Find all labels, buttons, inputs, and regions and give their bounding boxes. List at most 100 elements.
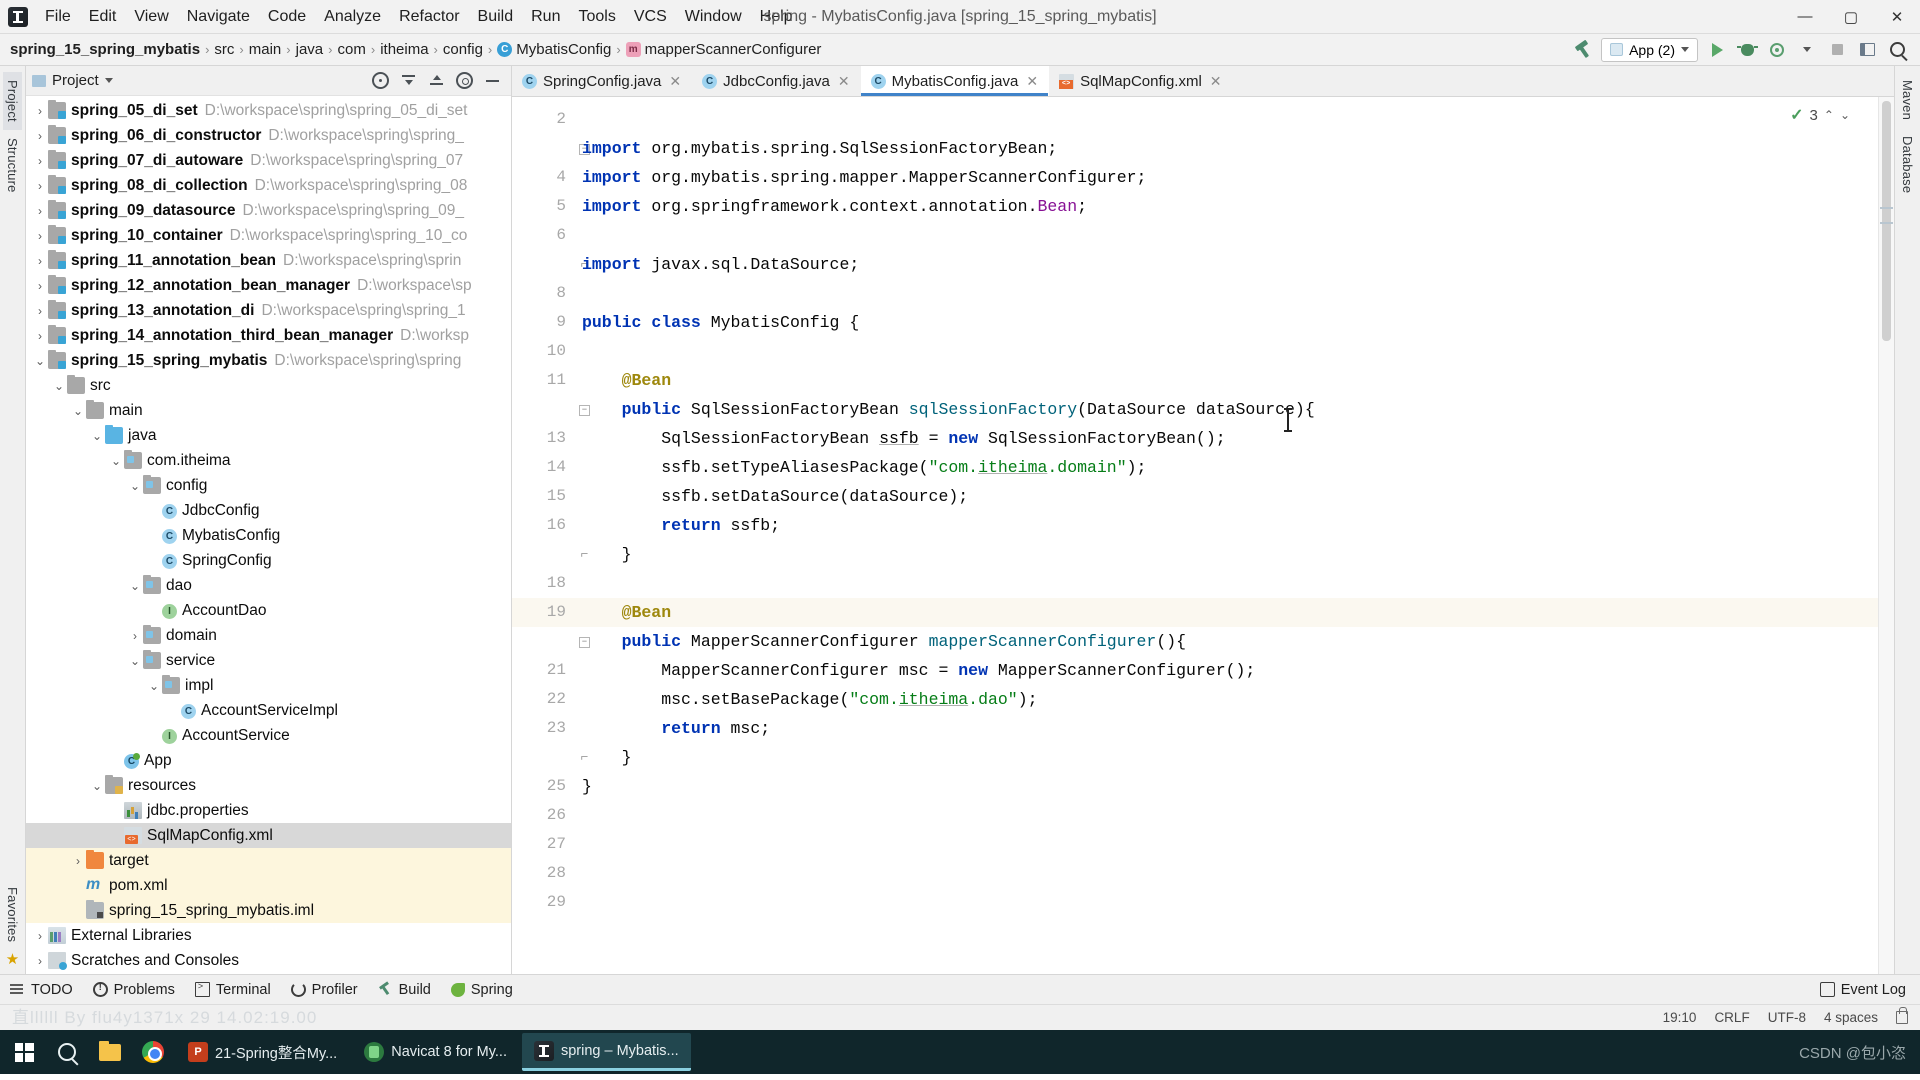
windows-start-button[interactable] bbox=[4, 1032, 44, 1072]
line-number[interactable]: 14 bbox=[512, 453, 574, 482]
tree-node[interactable]: ·CAccountServiceImpl bbox=[26, 698, 511, 723]
chevron-right-icon[interactable]: › bbox=[32, 954, 48, 968]
breadcrumb-item-mapperscannerconfigurer[interactable]: mmapperScannerConfigurer bbox=[626, 41, 822, 58]
line-number[interactable]: 13 bbox=[512, 424, 574, 453]
chevron-down-icon[interactable]: ⌄ bbox=[70, 404, 86, 418]
run-button[interactable] bbox=[1706, 39, 1728, 61]
tree-node[interactable]: ›spring_06_di_constructorD:\workspace\sp… bbox=[26, 123, 511, 148]
menu-item-code[interactable]: Code bbox=[259, 5, 315, 29]
breadcrumb-item-java[interactable]: java bbox=[296, 41, 324, 58]
stop-button[interactable] bbox=[1826, 39, 1848, 61]
line-separator[interactable]: CRLF bbox=[1714, 1010, 1749, 1025]
tree-node[interactable]: ⌄spring_15_spring_mybatisD:\workspace\sp… bbox=[26, 348, 511, 373]
tree-node[interactable]: ›Scratches and Consoles bbox=[26, 948, 511, 973]
line-number[interactable]: − bbox=[512, 395, 574, 424]
tree-node[interactable]: ⌄dao bbox=[26, 573, 511, 598]
chevron-right-icon[interactable]: › bbox=[32, 254, 48, 268]
tree-node[interactable]: ›spring_13_annotation_diD:\workspace\spr… bbox=[26, 298, 511, 323]
tool-window-event-log[interactable]: Event Log bbox=[1820, 982, 1906, 998]
editor-scrollbar[interactable] bbox=[1878, 97, 1894, 974]
line-number[interactable]: 2 bbox=[512, 105, 574, 134]
hide-panel-icon[interactable] bbox=[484, 72, 501, 89]
line-number[interactable]: 6 bbox=[512, 221, 574, 250]
line-number[interactable]: 16 bbox=[512, 511, 574, 540]
menu-item-help[interactable]: Help bbox=[751, 5, 802, 29]
tree-node[interactable]: ›domain bbox=[26, 623, 511, 648]
close-icon[interactable]: ✕ bbox=[1210, 73, 1222, 90]
tree-node[interactable]: ·CSpringConfig bbox=[26, 548, 511, 573]
file-encoding[interactable]: UTF-8 bbox=[1768, 1010, 1806, 1025]
tree-node[interactable]: ›target bbox=[26, 848, 511, 873]
menu-item-view[interactable]: View bbox=[125, 5, 177, 29]
chevron-right-icon[interactable]: › bbox=[32, 129, 48, 143]
line-number[interactable]: 9 bbox=[512, 308, 574, 337]
line-number[interactable]: 27 bbox=[512, 830, 574, 859]
chevron-up-icon[interactable]: ⌃ bbox=[1824, 108, 1834, 122]
close-button[interactable]: ✕ bbox=[1874, 0, 1920, 33]
chevron-right-icon[interactable]: › bbox=[32, 304, 48, 318]
tree-node[interactable]: ⌄java bbox=[26, 423, 511, 448]
line-number[interactable]: 8 bbox=[512, 279, 574, 308]
profile-dropdown[interactable] bbox=[1796, 39, 1818, 61]
close-icon[interactable]: ✕ bbox=[1026, 73, 1038, 90]
line-number[interactable]: 4 bbox=[512, 163, 574, 192]
menu-item-navigate[interactable]: Navigate bbox=[178, 5, 259, 29]
line-number[interactable]: ⌐ bbox=[512, 743, 574, 772]
tree-node[interactable]: ›spring_05_di_setD:\workspace\spring\spr… bbox=[26, 98, 511, 123]
chevron-right-icon[interactable]: › bbox=[70, 854, 86, 868]
close-icon[interactable]: ✕ bbox=[838, 73, 850, 90]
editor-tab-mybatisconfig-java[interactable]: CMybatisConfig.java✕ bbox=[861, 66, 1049, 96]
lock-icon[interactable] bbox=[1896, 1011, 1908, 1024]
tree-node[interactable]: ·mpom.xml bbox=[26, 873, 511, 898]
tree-node[interactable]: ⌄com.itheima bbox=[26, 448, 511, 473]
sidebar-item-database[interactable]: Database bbox=[1898, 128, 1917, 201]
tree-node[interactable]: ·spring_15_spring_mybatis.iml bbox=[26, 898, 511, 923]
sidebar-item-maven[interactable]: Maven bbox=[1898, 72, 1917, 128]
tree-node[interactable]: ⌄resources bbox=[26, 773, 511, 798]
tree-node[interactable]: ⌄service bbox=[26, 648, 511, 673]
gear-icon[interactable] bbox=[456, 72, 473, 89]
tree-node[interactable]: ⌄impl bbox=[26, 673, 511, 698]
tree-node[interactable]: ⌄config bbox=[26, 473, 511, 498]
line-number[interactable]: − bbox=[512, 134, 574, 163]
collapse-all-icon[interactable] bbox=[428, 72, 445, 89]
run-configuration-selector[interactable]: App (2) bbox=[1601, 38, 1698, 62]
tool-window-problems[interactable]: Problems bbox=[93, 982, 175, 998]
menu-item-run[interactable]: Run bbox=[522, 5, 569, 29]
menu-item-edit[interactable]: Edit bbox=[80, 5, 126, 29]
line-number[interactable]: 5 bbox=[512, 192, 574, 221]
editor-tab-springconfig-java[interactable]: CSpringConfig.java✕ bbox=[512, 66, 692, 96]
tool-window-build[interactable]: Build bbox=[378, 982, 431, 998]
menu-item-vcs[interactable]: VCS bbox=[625, 5, 676, 29]
line-number[interactable]: 19 bbox=[512, 598, 574, 627]
chevron-down-icon[interactable]: ⌄ bbox=[127, 479, 143, 493]
taskbar-app-navicat[interactable]: Navicat 8 for My... bbox=[352, 1033, 519, 1071]
chevron-right-icon[interactable]: › bbox=[127, 629, 143, 643]
tree-node[interactable]: ›spring_14_annotation_third_bean_manager… bbox=[26, 323, 511, 348]
editor-tab-jdbcconfig-java[interactable]: CJdbcConfig.java✕ bbox=[692, 66, 860, 96]
inspection-widget[interactable]: ✓ 3 ⌃ ⌄ bbox=[1790, 105, 1850, 125]
tree-node[interactable]: ›spring_08_di_collectionD:\workspace\spr… bbox=[26, 173, 511, 198]
breadcrumb-item-com[interactable]: com bbox=[338, 41, 366, 58]
chevron-down-icon[interactable] bbox=[105, 78, 113, 83]
line-number[interactable]: ⌐ bbox=[512, 540, 574, 569]
line-number[interactable]: 25 bbox=[512, 772, 574, 801]
breadcrumb-item-src[interactable]: src bbox=[214, 41, 234, 58]
tree-node[interactable]: ·CJdbcConfig bbox=[26, 498, 511, 523]
editor-tab-sqlmapconfig-xml[interactable]: SqlMapConfig.xml✕ bbox=[1049, 66, 1232, 96]
maximize-button[interactable]: ▢ bbox=[1828, 0, 1874, 33]
chevron-down-icon[interactable]: ⌄ bbox=[127, 579, 143, 593]
tree-node[interactable]: ⌄main bbox=[26, 398, 511, 423]
menu-item-build[interactable]: Build bbox=[469, 5, 523, 29]
tree-node[interactable]: ⌄src bbox=[26, 373, 511, 398]
tree-node[interactable]: ›External Libraries bbox=[26, 923, 511, 948]
menu-item-refactor[interactable]: Refactor bbox=[390, 5, 468, 29]
taskbar-chrome[interactable] bbox=[133, 1032, 173, 1072]
breadcrumb-item-main[interactable]: main bbox=[249, 41, 282, 58]
locate-icon[interactable] bbox=[372, 72, 389, 89]
indent-setting[interactable]: 4 spaces bbox=[1824, 1010, 1878, 1025]
line-number[interactable]: 23 bbox=[512, 714, 574, 743]
chevron-right-icon[interactable]: › bbox=[32, 104, 48, 118]
breadcrumb-item-mybatisconfig[interactable]: CMybatisConfig bbox=[497, 41, 611, 58]
line-number[interactable]: 29 bbox=[512, 888, 574, 917]
